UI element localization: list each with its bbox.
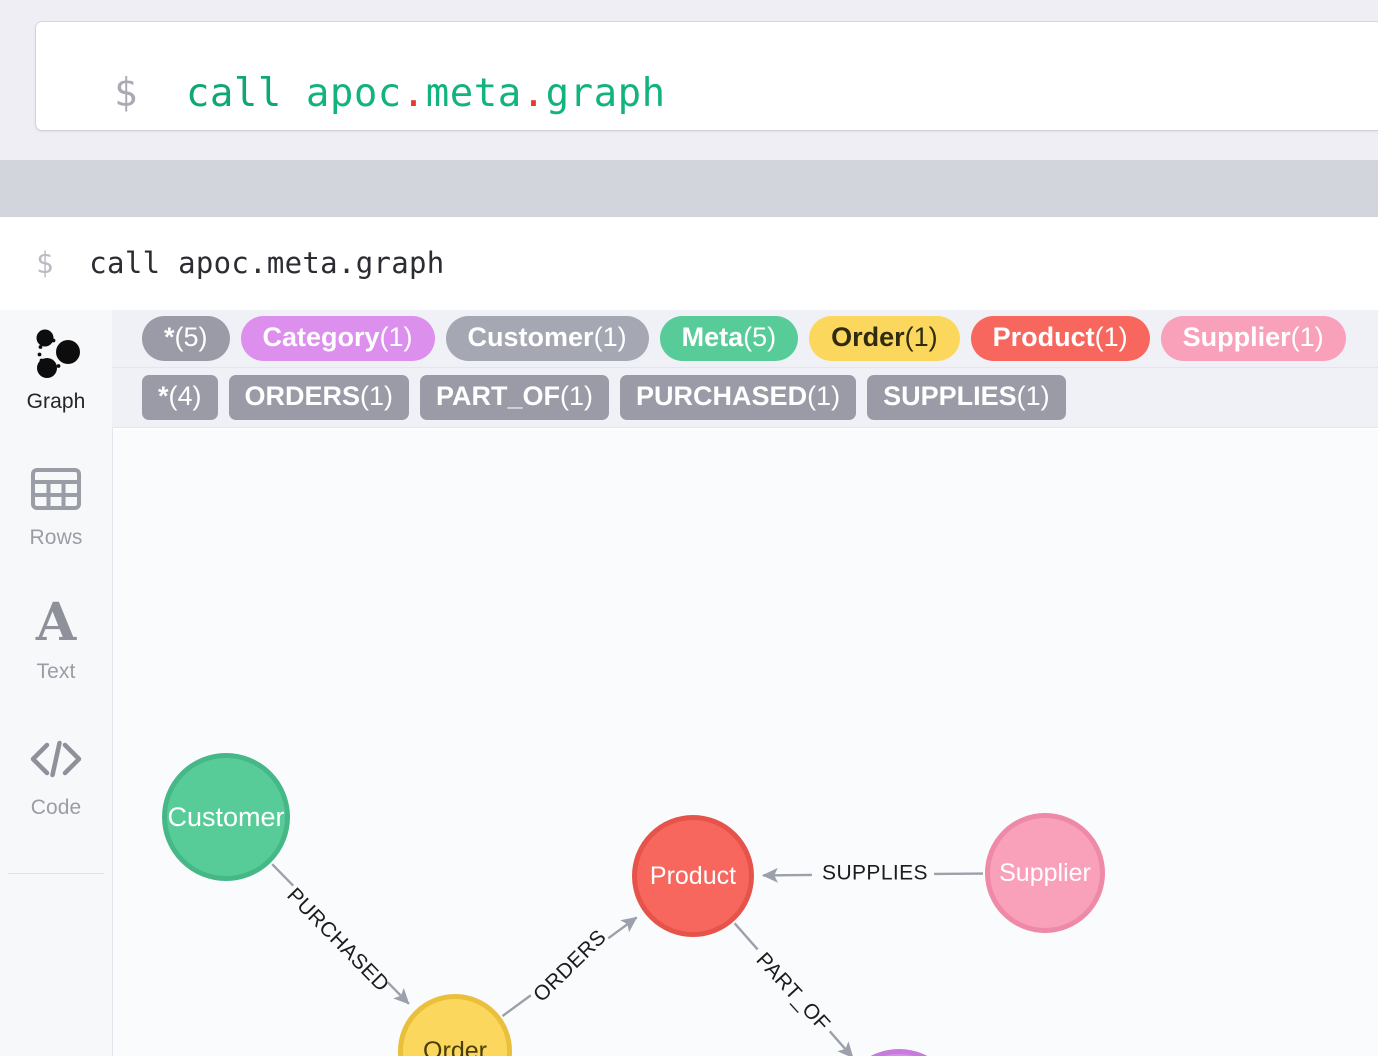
- graph-node-supplier[interactable]: Supplier: [988, 816, 1103, 931]
- node-label-chip-all[interactable]: *(5): [142, 316, 230, 361]
- sidebar-item-graph[interactable]: Graph: [0, 324, 112, 414]
- chip-name: Supplier: [1183, 322, 1291, 353]
- query-keyword: call: [186, 71, 282, 116]
- result-query-text: $ call apoc.meta.graph: [36, 244, 445, 282]
- chip-name: Category: [263, 322, 380, 353]
- chip-name: Meta: [682, 322, 744, 353]
- query-editor-area: $ call apoc.meta.graph: [0, 0, 1378, 160]
- edge-label-purchased: PURCHASED: [282, 884, 393, 997]
- graph-visualization-canvas[interactable]: Customer Order Product Supplier Category PUR…: [113, 430, 1378, 1056]
- relationship-chip-supplies[interactable]: SUPPLIES(1): [867, 375, 1066, 420]
- node-label-chip-customer[interactable]: Customer(1): [446, 316, 649, 361]
- angle-brackets-icon: [0, 730, 112, 788]
- chip-name: PURCHASED: [636, 381, 807, 412]
- chip-count: (1): [905, 322, 938, 353]
- graph-svg: Customer Order Product Supplier Category PUR…: [113, 430, 1378, 1056]
- relationship-chip-row: *(4)ORDERS(1)PART_OF(1)PURCHASED(1)SUPPL…: [112, 368, 1378, 428]
- node-label-chip-row: *(5)Category(1)Customer(1)Meta(5)Order(1…: [112, 310, 1378, 368]
- node-label-chip-supplier[interactable]: Supplier(1): [1161, 316, 1346, 361]
- chip-name: Order: [831, 322, 905, 353]
- chip-name: SUPPLIES: [883, 381, 1017, 412]
- chip-count: (1): [1095, 322, 1128, 353]
- graph-edge-orders-arrow[interactable]: [608, 917, 636, 938]
- edge-label-orders: ORDERS: [529, 925, 611, 1006]
- graph-node-order[interactable]: Order: [401, 997, 510, 1056]
- node-label-chip-category[interactable]: Category(1): [241, 316, 435, 361]
- chip-name: PART_OF: [436, 381, 560, 412]
- graph-edge-purchased-arrow[interactable]: [388, 982, 409, 1004]
- graph-edges-layer: [272, 864, 983, 1056]
- chip-count: (5): [743, 322, 776, 353]
- sidebar-item-rows[interactable]: Rows: [0, 460, 112, 550]
- panel-separator-band: [0, 160, 1378, 218]
- node-label-chip-order[interactable]: Order(1): [809, 316, 960, 361]
- result-prompt-symbol: $: [36, 246, 54, 280]
- table-grid-icon: [0, 460, 112, 518]
- dot-separator-2: .: [522, 71, 546, 116]
- relationship-chip-orders[interactable]: ORDERS(1): [229, 375, 410, 420]
- graph-edge-orders[interactable]: [503, 995, 531, 1016]
- chip-name: Customer: [468, 322, 594, 353]
- graph-node-product[interactable]: Product: [635, 818, 752, 935]
- chip-count: (1): [807, 381, 840, 412]
- sidebar-item-text-label: Text: [0, 660, 112, 684]
- chip-name: ORDERS: [245, 381, 361, 412]
- relationship-chip-purchased[interactable]: PURCHASED(1): [620, 375, 856, 420]
- sidebar-item-code-label: Code: [0, 796, 112, 820]
- prompt-symbol: $: [114, 71, 138, 116]
- sidebar-divider: [8, 873, 104, 874]
- graph-edge-labels-layer: PURCHASED ORDERS SUPPLIES PART_OF: [282, 862, 928, 1036]
- sidebar-item-rows-label: Rows: [0, 526, 112, 550]
- result-query-string: call apoc.meta.graph: [89, 246, 444, 280]
- chip-count: (1): [1017, 381, 1050, 412]
- letter-a-icon: A: [0, 594, 112, 652]
- sidebar-item-code[interactable]: Code: [0, 730, 112, 820]
- relationship-chip-all[interactable]: *(4): [142, 375, 218, 420]
- chip-count: (1): [560, 381, 593, 412]
- chip-count: (1): [380, 322, 413, 353]
- query-namespace-meta: meta: [426, 71, 522, 116]
- graph-nodes-icon: [0, 324, 112, 382]
- query-namespace-apoc: apoc: [306, 71, 402, 116]
- chip-count: (1): [1291, 322, 1324, 353]
- relationship-chip-part_of[interactable]: PART_OF(1): [420, 375, 609, 420]
- graph-edge-part_of[interactable]: [735, 923, 758, 949]
- chip-name: *: [158, 381, 169, 412]
- chip-count: (1): [360, 381, 393, 412]
- chip-name: *: [164, 322, 175, 353]
- sidebar-item-graph-label: Graph: [0, 390, 112, 414]
- query-editor-line[interactable]: $ call apoc.meta.graph: [114, 72, 666, 116]
- query-namespace-graph: graph: [546, 71, 666, 116]
- node-label-chip-meta[interactable]: Meta(5): [660, 316, 799, 361]
- legend-chips-pane: *(5)Category(1)Customer(1)Meta(5)Order(1…: [112, 310, 1378, 428]
- edge-label-part_of: PART_OF: [752, 948, 835, 1036]
- chip-count: (5): [175, 322, 208, 353]
- query-editor-card[interactable]: $ call apoc.meta.graph: [36, 22, 1378, 130]
- chip-name: Product: [993, 322, 1095, 353]
- edge-label-supplies: SUPPLIES: [822, 862, 928, 885]
- view-mode-sidebar: Graph Rows A Text: [0, 310, 113, 1056]
- graph-edge-purchased[interactable]: [272, 864, 293, 886]
- node-label-chip-product[interactable]: Product(1): [971, 316, 1150, 361]
- graph-node-customer[interactable]: Customer: [165, 756, 288, 879]
- graph-node-category[interactable]: Category: [841, 1052, 958, 1056]
- result-query-header: $ call apoc.meta.graph: [0, 218, 1378, 311]
- dot-separator-1: .: [402, 71, 426, 116]
- chip-count: (1): [594, 322, 627, 353]
- chip-count: (4): [169, 381, 202, 412]
- sidebar-item-text[interactable]: A Text: [0, 594, 112, 684]
- result-frame: $ call apoc.meta.graph Graph: [0, 218, 1378, 1056]
- graph-edge-part_of-arrow[interactable]: [830, 1031, 853, 1056]
